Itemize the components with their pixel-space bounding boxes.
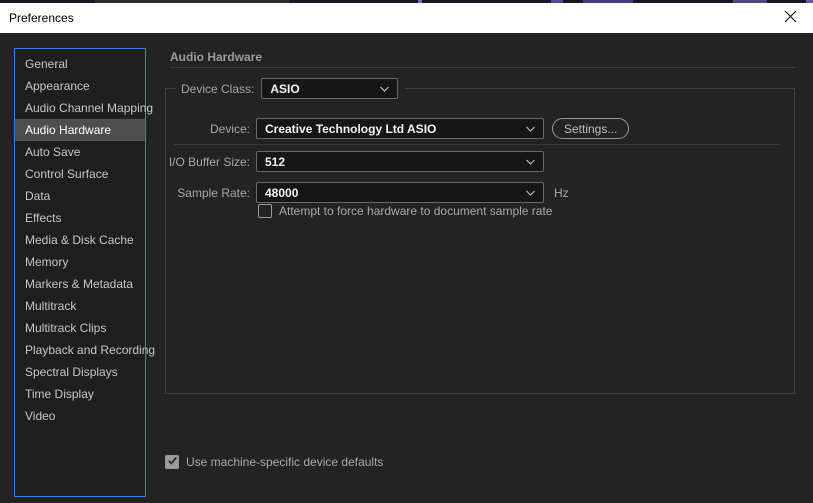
chevron-down-icon: [374, 86, 389, 92]
device-row: Device: Creative Technology Ltd ASIO Set…: [166, 118, 629, 139]
device-row-divider: [174, 144, 779, 145]
audio-hardware-group: Device Class: ASIO Device: Creative Tech…: [165, 88, 795, 394]
sidebar-item-auto-save[interactable]: Auto Save: [15, 141, 145, 163]
sidebar-item-markers-metadata[interactable]: Markers & Metadata: [15, 273, 145, 295]
sidebar-item-effects[interactable]: Effects: [15, 207, 145, 229]
device-label: Device:: [166, 122, 250, 136]
sidebar-item-appearance[interactable]: Appearance: [15, 75, 145, 97]
sidebar-item-control-surface[interactable]: Control Surface: [15, 163, 145, 185]
sidebar-item-spectral-displays[interactable]: Spectral Displays: [15, 361, 145, 383]
category-list: General Appearance Audio Channel Mapping…: [14, 48, 146, 497]
close-icon: [784, 10, 797, 26]
sample-rate-row: Sample Rate: 48000 Hz: [166, 182, 569, 203]
chevron-down-icon: [520, 126, 535, 132]
device-class-select[interactable]: ASIO: [261, 78, 398, 99]
sample-rate-unit: Hz: [554, 186, 569, 200]
settings-button[interactable]: Settings...: [552, 118, 629, 139]
machine-defaults-row: Use machine-specific device defaults: [165, 455, 383, 469]
machine-defaults-label: Use machine-specific device defaults: [186, 455, 383, 469]
machine-defaults-checkbox[interactable]: [165, 455, 179, 469]
io-buffer-select[interactable]: 512: [256, 151, 544, 172]
device-class-value: ASIO: [270, 82, 299, 96]
sidebar-item-playback-and-recording[interactable]: Playback and Recording: [15, 339, 145, 361]
preferences-dialog-body: General Appearance Audio Channel Mapping…: [0, 33, 813, 503]
titlebar: Preferences: [0, 3, 813, 33]
io-buffer-value: 512: [265, 155, 285, 169]
checkmark-icon: [167, 455, 178, 469]
sidebar-item-memory[interactable]: Memory: [15, 251, 145, 273]
sidebar-item-time-display[interactable]: Time Display: [15, 383, 145, 405]
sample-rate-select[interactable]: 48000: [256, 182, 544, 203]
sample-rate-label: Sample Rate:: [166, 186, 250, 200]
close-button[interactable]: [768, 3, 813, 33]
sample-rate-value: 48000: [265, 186, 298, 200]
device-select[interactable]: Creative Technology Ltd ASIO: [256, 118, 544, 139]
force-sample-rate-label: Attempt to force hardware to document sa…: [279, 204, 552, 218]
chevron-down-icon: [520, 159, 535, 165]
sidebar-item-audio-channel-mapping[interactable]: Audio Channel Mapping: [15, 97, 145, 119]
sidebar-item-general[interactable]: General: [15, 53, 145, 75]
device-class-label: Device Class:: [181, 82, 254, 96]
sidebar-item-media-disk-cache[interactable]: Media & Disk Cache: [15, 229, 145, 251]
sidebar-item-video[interactable]: Video: [15, 405, 145, 427]
io-buffer-row: I/O Buffer Size: 512: [166, 151, 544, 172]
sidebar-item-data[interactable]: Data: [15, 185, 145, 207]
force-sample-rate-row: Attempt to force hardware to document sa…: [258, 204, 552, 218]
sidebar-item-multitrack[interactable]: Multitrack: [15, 295, 145, 317]
device-class-row: Device Class: ASIO: [176, 78, 405, 99]
chevron-down-icon: [520, 190, 535, 196]
header-divider: [170, 67, 795, 68]
sidebar-item-multitrack-clips[interactable]: Multitrack Clips: [15, 317, 145, 339]
force-sample-rate-checkbox[interactable]: [258, 204, 272, 218]
window-title: Preferences: [0, 11, 74, 25]
sidebar-item-audio-hardware[interactable]: Audio Hardware: [15, 119, 145, 141]
io-buffer-label: I/O Buffer Size:: [166, 155, 250, 169]
page-title: Audio Hardware: [170, 50, 262, 64]
device-value: Creative Technology Ltd ASIO: [265, 122, 436, 136]
